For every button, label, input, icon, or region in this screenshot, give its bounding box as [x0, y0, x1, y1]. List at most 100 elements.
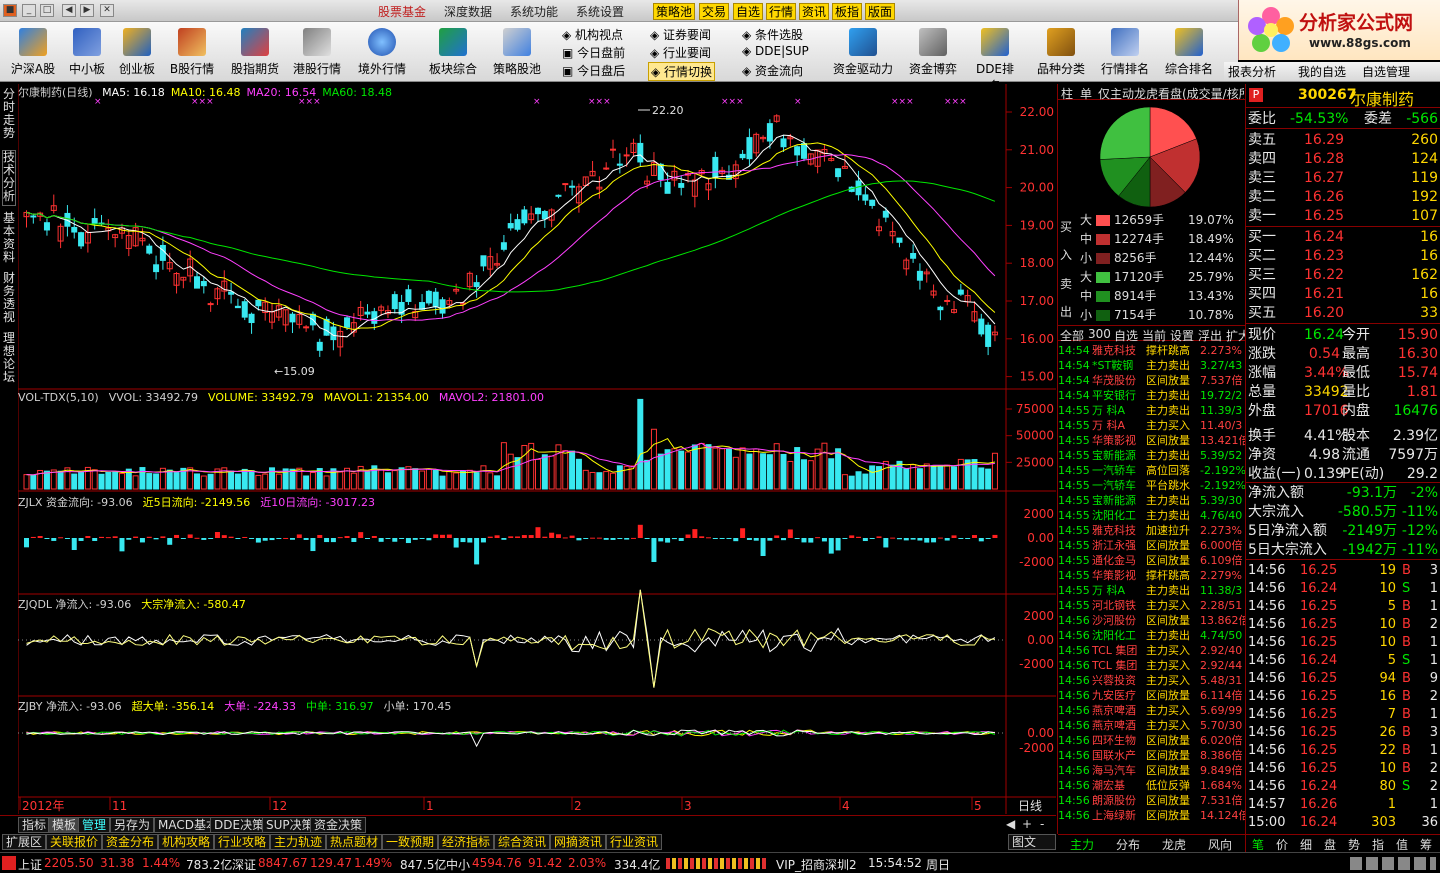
quote-tab[interactable]: 筹 [1420, 836, 1432, 853]
radar-row[interactable]: 14:56 海马汽车 区间放量 9.849倍 [1058, 763, 1246, 778]
tag-board-index[interactable]: 板指 [832, 3, 863, 20]
tag-trade[interactable]: 交易 [699, 3, 730, 20]
link-postmarket[interactable]: ▣ 今日盘后 [562, 62, 625, 79]
radar-row[interactable]: 14:56 燕京啤酒 主力买入 5.70/30 [1058, 718, 1246, 733]
radar-tab-all[interactable]: 全部 [1060, 327, 1084, 344]
radar-row[interactable]: 14:56 潮宏基 低位反弹 1.684% [1058, 778, 1246, 793]
tray-icons[interactable] [1350, 857, 1436, 870]
link-condition-select[interactable]: ◈ 条件选股 [742, 26, 803, 43]
btn-watchlist-manage[interactable]: 自选管理 [1362, 63, 1410, 80]
radar-row[interactable]: 14:55 万 科A 主力卖出 11.38/3 [1058, 583, 1246, 598]
radar-row[interactable]: 14:56 朗源股份 区间放量 7.531倍 [1058, 793, 1246, 808]
radar-row[interactable]: 14:55 一汽轿车 平台跳水 -2.192% [1058, 478, 1246, 493]
link-capital-flow[interactable]: ◈ 资金流向 [742, 62, 803, 79]
btn-my-watchlist[interactable]: 我的自选 [1298, 63, 1346, 80]
quote-tab[interactable]: 势 [1348, 836, 1360, 853]
radar-row[interactable]: 14:54 华茂股份 区间放量 7.537倍 [1058, 373, 1246, 388]
tab-capital-dist[interactable]: 资金分布 [102, 834, 159, 850]
tag-watchlist[interactable]: 自选 [733, 3, 764, 20]
btn-overall-rank[interactable]: 综合排名 [1162, 26, 1216, 80]
back-button[interactable]: ◀ [62, 4, 76, 17]
tab-indicator[interactable]: 指标 [18, 817, 51, 833]
link-securities-news[interactable]: ◈ 证券要闻 [650, 26, 711, 43]
tab-save-as[interactable]: 另存为 [110, 817, 155, 833]
btn-overseas[interactable]: 境外行情 [354, 26, 410, 80]
tab-ind-strategy[interactable]: 行业攻略 [214, 834, 271, 850]
book-row[interactable]: 卖二 16.26 192 [1246, 188, 1440, 207]
book-row[interactable]: 卖三 16.27 119 [1246, 169, 1440, 188]
scroll-left-icon[interactable]: ◀ [1006, 817, 1015, 831]
tag-strategy-pool[interactable]: 策略池 [653, 3, 696, 20]
tab-news-overall[interactable]: 综合资讯 [494, 834, 551, 850]
radar-btab-main[interactable]: 主力 [1070, 836, 1094, 853]
radar-row[interactable]: 14:56 燕京啤酒 主力买入 5.69/99 [1058, 703, 1246, 718]
tab-economic[interactable]: 经济指标 [438, 834, 495, 850]
btn-capital-game[interactable]: 资金博弈 [904, 26, 962, 80]
restore-button[interactable]: □ [40, 4, 54, 17]
btn-sme[interactable]: 中小板 [64, 26, 110, 80]
forward-button[interactable]: ▶ [80, 4, 94, 17]
radar-row[interactable]: 14:55 万 科A 主力买入 11.40/3 [1058, 418, 1246, 433]
tab-consensus[interactable]: 一致预期 [382, 834, 439, 850]
radar-tab-float[interactable]: 浮出 [1198, 327, 1222, 344]
radar-row[interactable]: 14:55 宝新能源 主力卖出 5.39/52 [1058, 448, 1246, 463]
link-switch-quotes[interactable]: ◈ 行情切换 [648, 62, 716, 81]
radar-row[interactable]: 14:55 通化金马 区间放量 6.109倍 [1058, 553, 1246, 568]
radar-row[interactable]: 14:54 平安银行 主力卖出 19.72/2 [1058, 388, 1246, 403]
link-dde-sup[interactable]: ◈ DDE|SUP [742, 44, 809, 58]
tab-news-industry[interactable]: 行业资讯 [606, 834, 663, 850]
btn-category[interactable]: 品种分类 [1034, 26, 1088, 80]
radar-row[interactable]: 14:56 沈阳化工 主力卖出 4.74/50 [1058, 628, 1246, 643]
btn-futures[interactable]: 股指期货 [228, 26, 282, 80]
radar-row[interactable]: 14:56 兴蓉投资 主力买入 5.48/31 [1058, 673, 1246, 688]
book-row[interactable]: 买二 16.23 16 [1246, 247, 1440, 266]
radar-row[interactable]: 14:56 沙河股份 区间放量 13.862倍 [1058, 613, 1246, 628]
tab-f10[interactable]: 图文F10 [1008, 834, 1056, 864]
book-row[interactable]: 买一 16.24 16 [1246, 228, 1440, 247]
btn-hk[interactable]: 港股行情 [290, 26, 344, 80]
book-row[interactable]: 卖五 16.29 260 [1246, 131, 1440, 150]
tab-ext-area[interactable]: 扩展区 [2, 834, 47, 850]
quote-tab[interactable]: 价 [1276, 836, 1288, 853]
radar-row[interactable]: 14:56 TCL 集团 主力买入 2.92/44 [1058, 658, 1246, 673]
radar-btab-dist[interactable]: 分布 [1116, 836, 1140, 853]
minimize-button[interactable]: _ [22, 4, 36, 17]
radar-row[interactable]: 14:55 一汽轿车 高位回落 -2.192% [1058, 463, 1246, 478]
tab-template[interactable]: 模板 [48, 817, 81, 833]
radar-row[interactable]: 14:55 万 科A 主力卖出 11.39/3 [1058, 403, 1246, 418]
side-tab-financial[interactable]: 财务透视 [2, 272, 16, 328]
radar-tab-expand[interactable]: 扩大 [1226, 327, 1246, 344]
radar-row[interactable]: 14:54 *ST鞍钢 主力卖出 3.27/43 [1058, 358, 1246, 373]
book-row[interactable]: 卖一 16.25 107 [1246, 207, 1440, 226]
tab-main-track[interactable]: 主力轨迹 [270, 834, 327, 850]
radar-row[interactable]: 14:55 沈阳化工 主力卖出 4.76/40 [1058, 508, 1246, 523]
radar-btab-wind[interactable]: 风向 [1208, 836, 1232, 853]
btn-quote-rank[interactable]: 行情排名 [1098, 26, 1152, 80]
quote-tab[interactable]: 细 [1300, 836, 1312, 853]
radar-tab-watch[interactable]: 自选 [1114, 327, 1138, 344]
close-button[interactable]: ✕ [100, 4, 114, 17]
book-row[interactable]: 卖四 16.28 124 [1246, 150, 1440, 169]
btn-capital-drive[interactable]: 资金驱动力 [830, 26, 896, 80]
radar-row[interactable]: 14:55 浙江永强 区间放量 6.000倍 [1058, 538, 1246, 553]
menu-system-func[interactable]: 系统功能 [510, 3, 558, 20]
btn-sector[interactable]: 板块综合 [426, 26, 480, 80]
add-icon[interactable]: + [1022, 817, 1032, 831]
pie-tab-single[interactable]: 单 [1080, 85, 1092, 102]
tab-news-web[interactable]: 网摘资讯 [550, 834, 607, 850]
tab-related-quote[interactable]: 关联报价 [46, 834, 103, 850]
radar-row[interactable]: 14:54 雅克科技 撑杆跳高 2.273% [1058, 343, 1246, 358]
app-menu-icon[interactable]: ■ [3, 4, 17, 17]
remove-icon[interactable]: - [1040, 817, 1044, 831]
quote-tab[interactable]: 笔 [1252, 836, 1264, 853]
radar-row[interactable]: 14:55 华策影视 区间放量 13.421倍 [1058, 433, 1246, 448]
tag-news[interactable]: 资讯 [799, 3, 830, 20]
side-tab-basic[interactable]: 基本资料 [2, 212, 16, 268]
radar-row[interactable]: 14:55 雅克科技 加速拉升 2.273% [1058, 523, 1246, 538]
radar-btab-dragon[interactable]: 龙虎 [1162, 836, 1186, 853]
radar-row[interactable]: 14:56 九安医疗 区间放量 6.114倍 [1058, 688, 1246, 703]
book-row[interactable]: 买五 16.20 33 [1246, 304, 1440, 323]
radar-row[interactable]: 14:55 华策影视 撑杆跳高 2.279% [1058, 568, 1246, 583]
radar-row[interactable]: 14:55 河北钢铁 主力买入 2.28/51 [1058, 598, 1246, 613]
radar-row[interactable]: 14:56 上海绿新 区间放量 14.124倍 [1058, 808, 1246, 823]
